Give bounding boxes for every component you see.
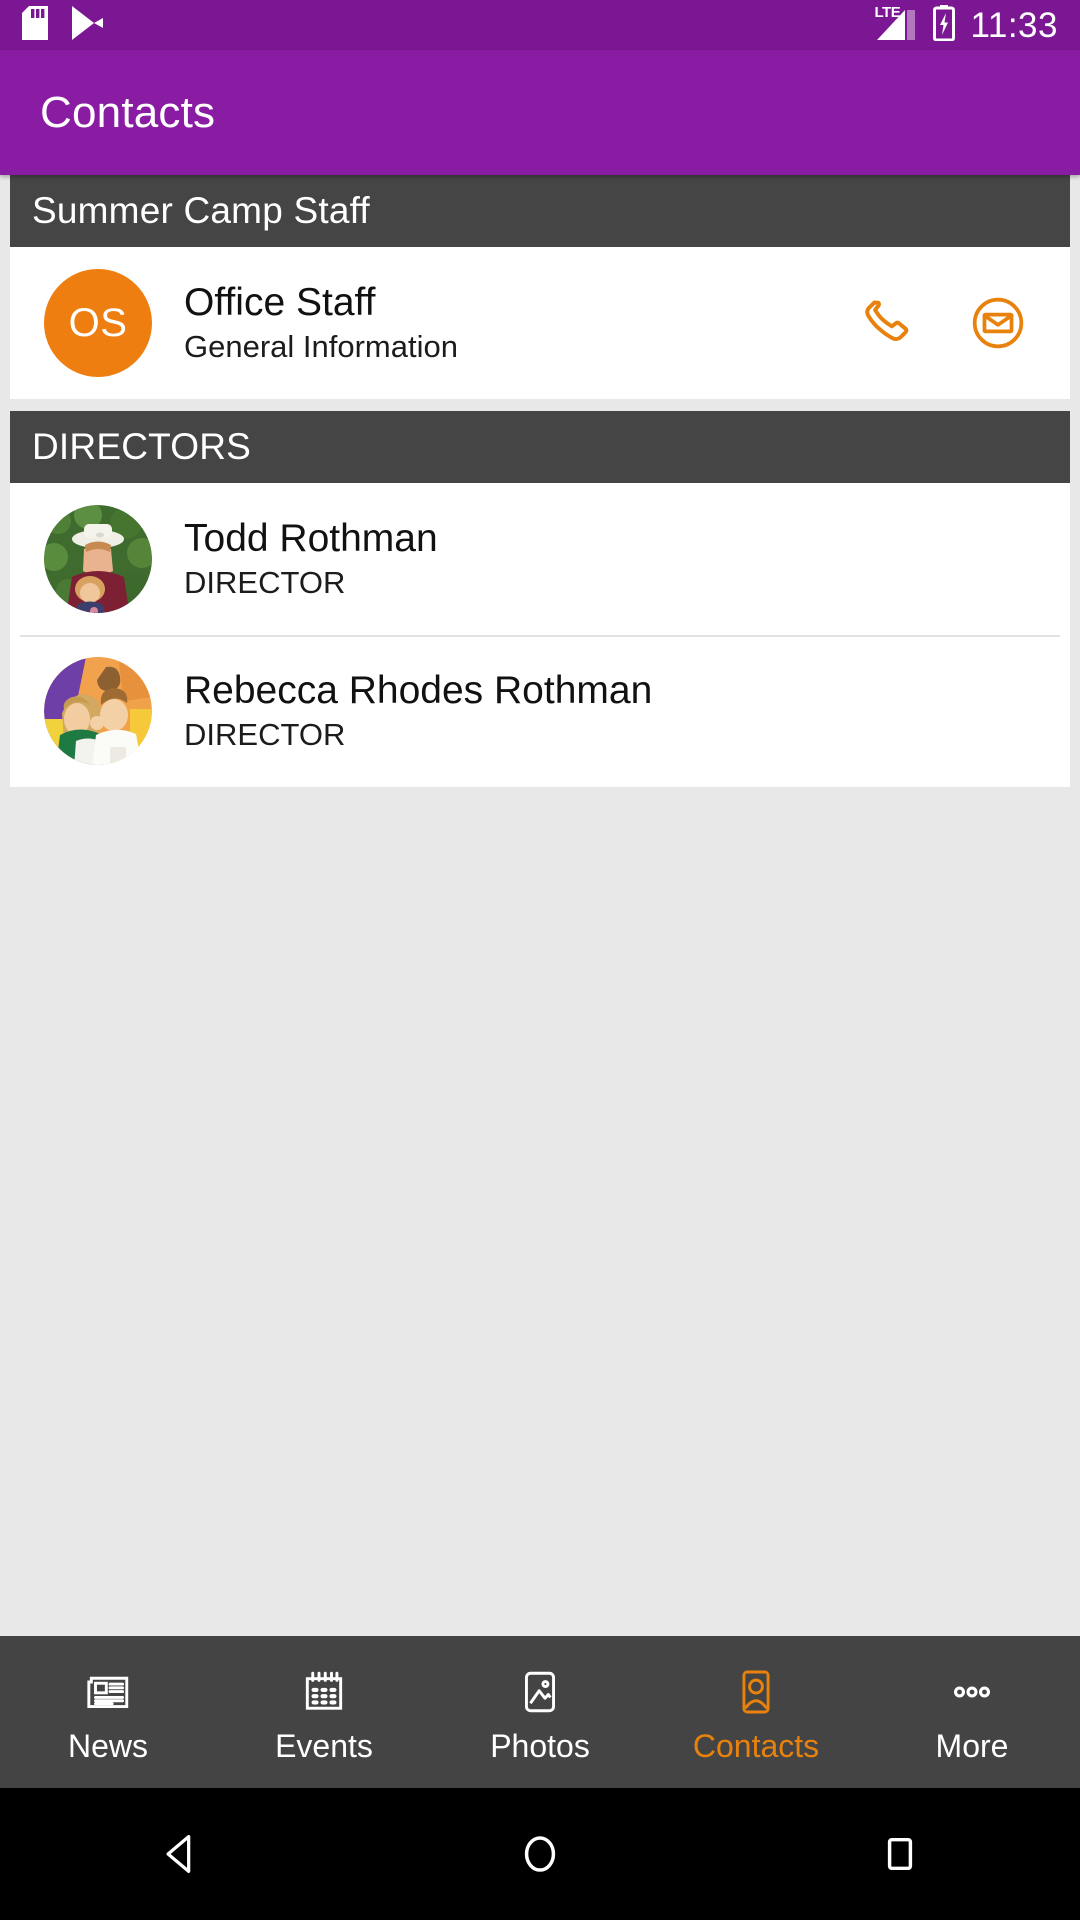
more-dots-icon <box>943 1663 1001 1721</box>
recents-icon[interactable] <box>825 1788 975 1920</box>
battery-charging-icon <box>932 4 955 46</box>
contact-text-rebecca-rhodes-rothman: Rebecca Rhodes Rothman DIRECTOR <box>184 669 1048 753</box>
tab-label: Contacts <box>692 1727 820 1764</box>
contact-row-todd-rothman[interactable]: Todd Rothman DIRECTOR <box>10 483 1070 635</box>
status-bar-left-icons <box>22 5 104 46</box>
contact-actions <box>859 295 1048 351</box>
avatar-initials-office-staff: OS <box>44 269 152 377</box>
status-bar: LTE 11:33 <box>0 0 1080 50</box>
bottom-tab-bar: News Events Photos Contacts More <box>0 1636 1080 1788</box>
tab-contacts[interactable]: Contacts <box>648 1636 864 1788</box>
tab-label: News <box>67 1727 148 1764</box>
app-bar: Contacts <box>0 50 1080 175</box>
page-title: Contacts <box>40 87 216 137</box>
contact-role: DIRECTOR <box>184 564 346 600</box>
avatar-initials-text: OS <box>68 300 128 345</box>
sd-card-icon <box>22 5 48 45</box>
section-card-summer-camp-staff: OS Office Staff General Information <box>10 247 1070 399</box>
play-store-icon <box>70 5 104 46</box>
tab-photos[interactable]: Photos <box>432 1636 648 1788</box>
avatar-photo-rebecca-rhodes-rothman <box>44 657 152 765</box>
contacts-list[interactable]: Summer Camp Staff OS Office Staff Genera… <box>0 175 1080 1636</box>
tab-label: Events <box>275 1727 373 1764</box>
status-bar-right-icons: LTE 11:33 <box>875 4 1059 46</box>
tab-events[interactable]: Events <box>216 1636 432 1788</box>
contact-row-rebecca-rhodes-rothman[interactable]: Rebecca Rhodes Rothman DIRECTOR <box>10 635 1070 787</box>
lte-signal-icon: LTE <box>875 5 917 42</box>
email-icon[interactable] <box>970 295 1026 351</box>
calendar-icon <box>295 1663 353 1721</box>
photo-icon <box>511 1663 569 1721</box>
tab-more[interactable]: More <box>864 1636 1080 1788</box>
contact-role: General Information <box>184 328 458 364</box>
section-divider <box>0 399 1080 411</box>
section-header-directors: DIRECTORS <box>10 411 1070 483</box>
android-navigation-bar <box>0 1788 1080 1920</box>
contact-card-icon <box>727 1663 785 1721</box>
section-card-directors: Todd Rothman DIRECTOR Rebecca Rhodes Rot… <box>10 483 1070 787</box>
contact-name: Todd Rothman <box>184 517 438 561</box>
section-header-summer-camp-staff: Summer Camp Staff <box>10 175 1070 247</box>
phone-screen: LTE 11:33 Contacts Summer Camp Staff OS … <box>0 0 1080 1920</box>
home-icon[interactable] <box>465 1788 615 1920</box>
tab-label: More <box>935 1727 1009 1764</box>
contact-name: Office Staff <box>184 281 376 325</box>
newspaper-icon <box>79 1663 137 1721</box>
tab-label: Photos <box>490 1727 590 1764</box>
phone-icon[interactable] <box>859 295 915 351</box>
avatar-photo-todd-rothman <box>44 505 152 613</box>
contact-role: DIRECTOR <box>184 716 346 752</box>
contact-row-office-staff[interactable]: OS Office Staff General Information <box>10 247 1070 399</box>
contact-text-todd-rothman: Todd Rothman DIRECTOR <box>184 517 1048 601</box>
back-icon[interactable] <box>105 1788 255 1920</box>
contact-name: Rebecca Rhodes Rothman <box>184 669 653 713</box>
status-bar-clock: 11:33 <box>970 5 1058 45</box>
tab-news[interactable]: News <box>0 1636 216 1788</box>
contact-text-office-staff: Office Staff General Information <box>184 281 847 365</box>
